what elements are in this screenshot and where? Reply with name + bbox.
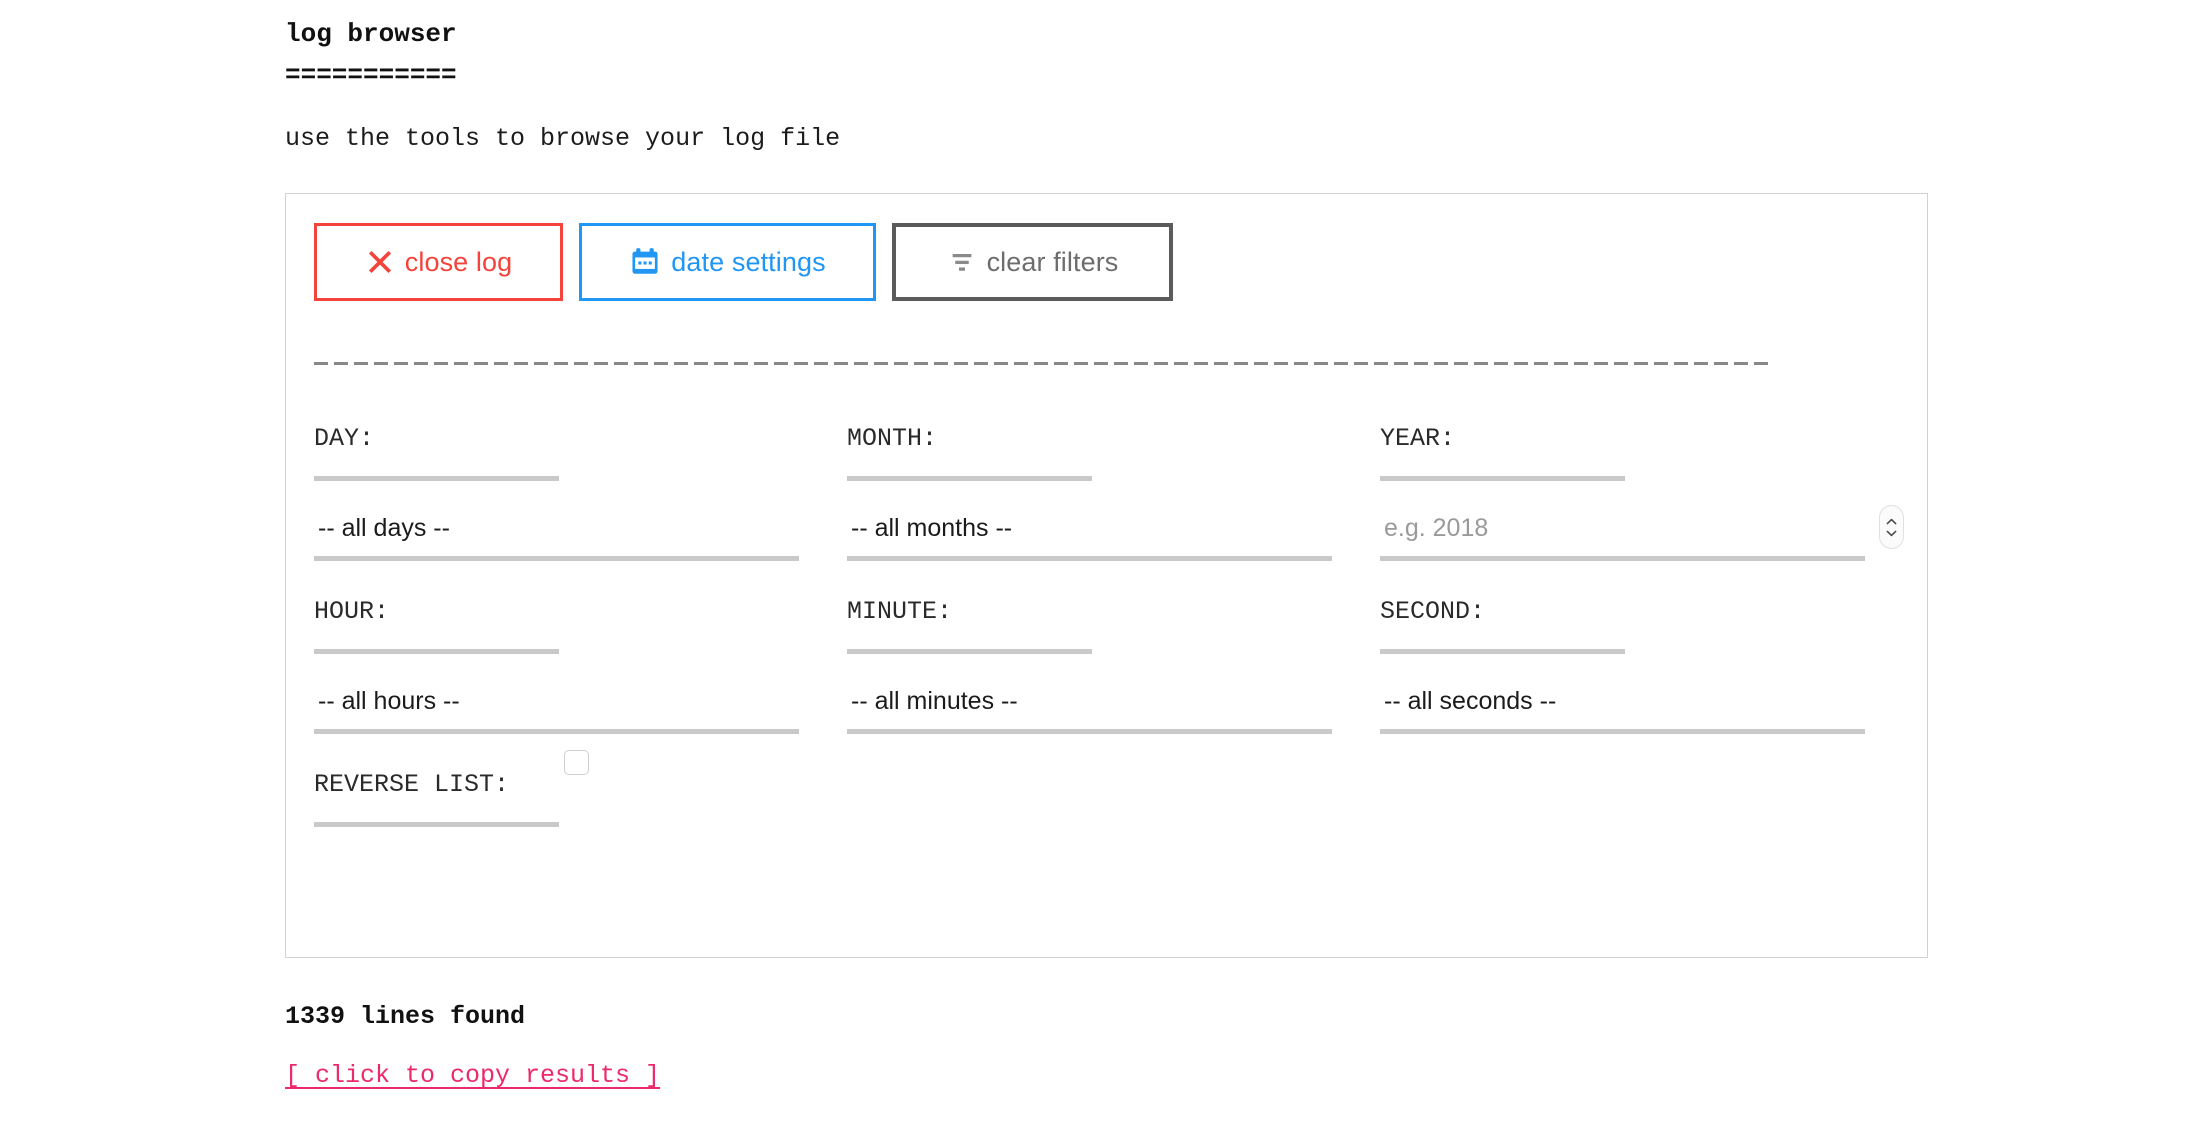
minute-select-underline — [847, 729, 1332, 734]
day-field: DAY: -- all days -- — [314, 424, 847, 561]
toolbar: close log date settings clear filters — [314, 223, 1173, 301]
close-log-button[interactable]: close log — [314, 223, 563, 301]
second-select-underline — [1380, 729, 1865, 734]
year-input-underline — [1380, 556, 1865, 561]
chevron-down-icon — [1886, 530, 1897, 536]
second-select[interactable]: -- all seconds -- — [1380, 674, 1899, 734]
date-settings-label: date settings — [671, 246, 826, 277]
minute-label: MINUTE: — [847, 597, 953, 626]
title-underline-rule: =========== — [285, 60, 457, 90]
hour-label: HOUR: — [314, 597, 390, 626]
hour-select-underline — [314, 729, 799, 734]
hour-select-value[interactable]: -- all hours -- — [314, 674, 847, 728]
month-select-value[interactable]: -- all months -- — [847, 501, 1380, 555]
copy-results-link[interactable]: [ click to copy results ] — [285, 1060, 660, 1092]
section-divider — [314, 362, 1769, 365]
year-number-stepper[interactable] — [1879, 505, 1904, 549]
chevron-up-icon — [1886, 518, 1897, 524]
second-field: SECOND: -- all seconds -- — [1380, 597, 1899, 734]
month-field: MONTH: -- all months -- — [847, 424, 1380, 561]
close-x-icon — [365, 247, 395, 277]
minute-select-value[interactable]: -- all minutes -- — [847, 674, 1380, 728]
year-field: YEAR: e.g. 2018 — [1380, 424, 1904, 561]
hour-label-underline — [314, 649, 559, 654]
filter-icon — [947, 247, 977, 277]
month-select[interactable]: -- all months -- — [847, 501, 1380, 561]
page-title: log browser — [285, 19, 457, 49]
page-subtitle: use the tools to browse your log file — [285, 124, 841, 153]
minute-label-underline — [847, 649, 1092, 654]
reverse-list-checkbox[interactable] — [564, 750, 589, 775]
lines-found-status: 1339 lines found — [285, 1002, 526, 1031]
year-input-placeholder[interactable]: e.g. 2018 — [1380, 501, 1899, 555]
page-header: log browser =========== use the tools to… — [285, 18, 1985, 155]
log-browser-page: log browser =========== use the tools to… — [0, 0, 2208, 1130]
second-label: SECOND: — [1380, 597, 1486, 626]
minute-select[interactable]: -- all minutes -- — [847, 674, 1380, 734]
clear-filters-label: clear filters — [986, 246, 1119, 277]
clear-filters-button[interactable]: clear filters — [892, 223, 1173, 301]
year-label-underline — [1380, 476, 1625, 481]
hour-select[interactable]: -- all hours -- — [314, 674, 847, 734]
minute-field: MINUTE: -- all minutes -- — [847, 597, 1380, 734]
year-input[interactable]: e.g. 2018 — [1380, 501, 1904, 561]
results-footer: 1339 lines found [ click to copy results… — [285, 1002, 1485, 1092]
month-label: MONTH: — [847, 424, 938, 453]
filter-row-date: DAY: -- all days -- MONTH: -- all months… — [314, 424, 1904, 561]
date-settings-button[interactable]: date settings — [579, 223, 876, 301]
calendar-icon — [629, 246, 661, 278]
day-select-value[interactable]: -- all days -- — [314, 501, 847, 555]
month-label-underline — [847, 476, 1092, 481]
second-select-value[interactable]: -- all seconds -- — [1380, 674, 1899, 728]
reverse-list-label-underline — [314, 822, 559, 827]
reverse-list-field: REVERSE LIST: — [314, 750, 847, 827]
day-label: DAY: — [314, 424, 375, 453]
hour-field: HOUR: -- all hours -- — [314, 597, 847, 734]
month-select-underline — [847, 556, 1332, 561]
tools-panel: close log date settings clear filters DA… — [285, 193, 1928, 958]
close-log-label: close log — [404, 246, 513, 277]
day-select[interactable]: -- all days -- — [314, 501, 847, 561]
day-select-underline — [314, 556, 799, 561]
day-label-underline — [314, 476, 559, 481]
second-label-underline — [1380, 649, 1625, 654]
year-label: YEAR: — [1380, 424, 1456, 453]
filter-row-reverse: REVERSE LIST: — [314, 750, 1899, 827]
filter-grid: DAY: -- all days -- MONTH: -- all months… — [314, 424, 1904, 827]
filter-row-time: HOUR: -- all hours -- MINUTE: -- all min… — [314, 597, 1899, 734]
